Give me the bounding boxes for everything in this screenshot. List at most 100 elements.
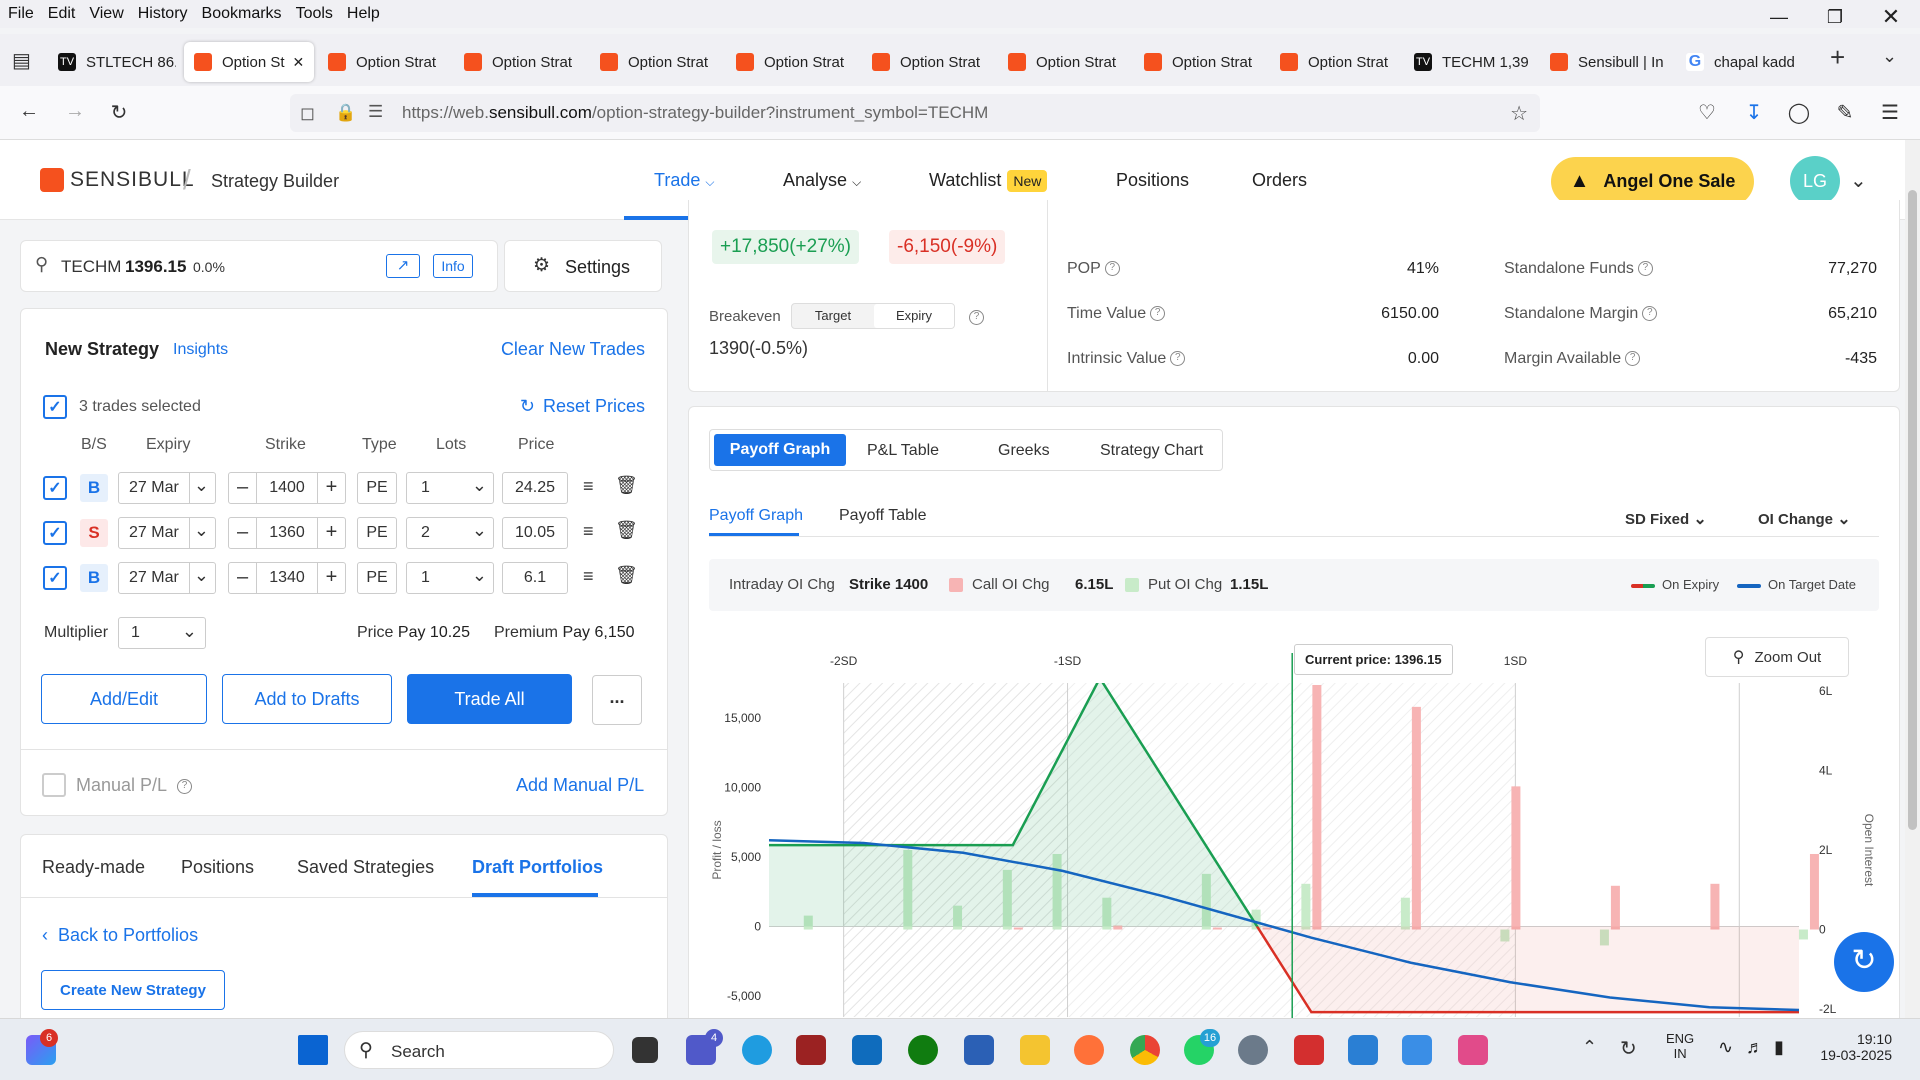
payoff-chart[interactable]: -2SD-1SD1SD2SD15,00010,0005,0000-5,0006L… <box>689 627 1899 1045</box>
account-icon[interactable]: ◯ <box>1786 100 1812 125</box>
add-manual-pl-button[interactable]: Add Manual P/L <box>516 775 644 796</box>
browser-tab[interactable]: Option Strat <box>318 42 448 82</box>
option-type[interactable]: PE <box>357 517 397 549</box>
edge-icon[interactable] <box>742 1035 772 1065</box>
clock[interactable]: 19:10 19-03-2025 <box>1812 1031 1892 1063</box>
url-bar[interactable]: ◻ 🔒 ☰ https://web.sensibull.com/option-s… <box>290 94 1540 132</box>
forward-arrow-icon[interactable]: → <box>62 100 88 123</box>
help-icon[interactable]: ? <box>1170 351 1186 367</box>
multiplier-select[interactable]: 1 ⌄ <box>118 617 206 649</box>
browser-tab[interactable]: TV TECHM 1,39 <box>1404 42 1534 82</box>
adjust-lines-icon[interactable]: ≡ <box>583 566 594 587</box>
tab-greeks[interactable]: Greeks <box>998 442 1050 460</box>
restore-icon[interactable]: ❐ <box>1812 0 1858 34</box>
avatar[interactable]: LG <box>1790 156 1840 206</box>
menu-help[interactable]: Help <box>347 5 380 23</box>
tab-saved-strategies[interactable]: Saved Strategies <box>297 857 434 878</box>
settings-button[interactable]: ⚙ Settings <box>504 240 662 292</box>
app-icon[interactable] <box>796 1035 826 1065</box>
windows-start-icon[interactable] <box>298 1035 328 1065</box>
browser-tab[interactable]: Option Strat <box>1270 42 1400 82</box>
more-options-button[interactable]: ... <box>592 675 642 725</box>
expiry-select[interactable]: 27 Mar ⌄ <box>118 562 216 594</box>
extensions-icon[interactable]: ✎ <box>1832 100 1858 125</box>
browser-tab[interactable]: TV STLTECH 86. <box>48 42 176 82</box>
buy-sell-toggle[interactable]: B <box>80 564 108 592</box>
close-window-icon[interactable]: ✕ <box>1868 0 1914 34</box>
reset-prices-button[interactable]: ↻ Reset Prices <box>520 396 645 417</box>
price-input[interactable]: 24.25 <box>502 472 568 504</box>
store-icon[interactable] <box>964 1035 994 1065</box>
minus-icon[interactable]: – <box>229 473 257 503</box>
expiry-select[interactable]: 27 Mar ⌄ <box>118 472 216 504</box>
reload-icon[interactable]: ↻ <box>106 100 132 125</box>
browser-tab[interactable]: Option Strat <box>1134 42 1264 82</box>
plus-icon[interactable]: + <box>317 518 345 548</box>
browser-tab[interactable]: Option Strat <box>998 42 1128 82</box>
menu-edit[interactable]: Edit <box>48 5 76 23</box>
nav-positions[interactable]: Positions <box>1116 170 1189 191</box>
angel-one-sale-button[interactable]: ▲ Angel One Sale <box>1551 157 1754 206</box>
pocket-icon[interactable]: ♡ <box>1694 100 1720 125</box>
back-arrow-icon[interactable]: ← <box>16 100 42 123</box>
taskbar-search[interactable]: ⚲ Search <box>344 1031 614 1069</box>
help-icon[interactable]: ? <box>969 310 984 325</box>
menu-tools[interactable]: Tools <box>296 5 333 23</box>
wifi-icon[interactable]: ∿ <box>1718 1037 1733 1058</box>
page-scrollbar[interactable] <box>1905 140 1920 1018</box>
option-type[interactable]: PE <box>357 562 397 594</box>
price-input[interactable]: 10.05 <box>502 517 568 549</box>
browser-tab[interactable]: Gchapal kadd <box>1676 42 1806 82</box>
browser-tab[interactable]: Option St ✕ <box>184 42 314 82</box>
manual-pl-checkbox[interactable] <box>42 773 66 797</box>
sd-fixed-select[interactable]: SD Fixed ⌄ <box>1625 509 1707 529</box>
zoom-out-button[interactable]: ⚲ Zoom Out <box>1705 637 1849 677</box>
shield-icon[interactable]: ◻ <box>300 103 315 124</box>
lots-select[interactable]: 1 ⌄ <box>406 472 494 504</box>
expiry-select[interactable]: 27 Mar ⌄ <box>118 517 216 549</box>
chart-icon[interactable]: ↗ <box>386 254 420 278</box>
url-text[interactable]: https://web.sensibull.com/option-strateg… <box>402 103 988 123</box>
nav-watchlist[interactable]: Watchlist New <box>929 170 1048 192</box>
trade-checkbox[interactable]: ✓ <box>43 476 67 500</box>
nav-orders[interactable]: Orders <box>1252 170 1307 191</box>
trash-icon[interactable]: 🗑 <box>615 520 638 541</box>
scrollbar-thumb[interactable] <box>1908 190 1917 830</box>
strike-stepper[interactable]: –1340 + <box>228 562 346 594</box>
downloads-icon[interactable]: ↧ <box>1741 100 1767 125</box>
settings-gear-icon[interactable] <box>1238 1035 1268 1065</box>
lots-select[interactable]: 1 ⌄ <box>406 562 494 594</box>
strike-stepper[interactable]: –1360 + <box>228 517 346 549</box>
adjust-lines-icon[interactable]: ≡ <box>583 476 594 497</box>
browser-tab[interactable]: Sensibull | In <box>1540 42 1670 82</box>
buy-sell-toggle[interactable]: S <box>80 519 108 547</box>
oi-change-select[interactable]: OI Change ⌄ <box>1758 509 1851 529</box>
tab-positions[interactable]: Positions <box>181 857 254 878</box>
browser-tab[interactable]: Option Strat <box>454 42 584 82</box>
battery-icon[interactable]: ▮ <box>1774 1037 1784 1058</box>
menu-view[interactable]: View <box>89 5 123 23</box>
create-new-strategy-button[interactable]: Create New Strategy <box>41 970 225 1010</box>
strike-stepper[interactable]: –1400 + <box>228 472 346 504</box>
acrobat-icon[interactable] <box>1294 1035 1324 1065</box>
add-edit-button[interactable]: Add/Edit <box>41 674 207 724</box>
help-icon[interactable]: ? <box>1637 261 1653 277</box>
menu-bookmarks[interactable]: Bookmarks <box>202 5 282 23</box>
subtab-payoff-table[interactable]: Payoff Table <box>839 507 926 525</box>
back-to-portfolios-link[interactable]: ‹ Back to Portfolios <box>42 925 198 946</box>
photos-icon[interactable] <box>1402 1035 1432 1065</box>
tab-draft-portfolios[interactable]: Draft Portfolios <box>472 857 603 878</box>
permissions-icon[interactable]: ☰ <box>368 102 383 122</box>
option-type[interactable]: PE <box>357 472 397 504</box>
plus-icon[interactable]: + <box>317 473 345 503</box>
instrument-search[interactable]: ⚲ TECHM 1396.15 0.0% ↗ Info <box>20 240 498 292</box>
tab-overview-icon[interactable]: ▤ <box>12 48 31 73</box>
sensibull-logo[interactable]: SENSIBULL <box>40 168 195 192</box>
toggle-expiry[interactable]: Expiry <box>874 304 954 328</box>
tab-pl-table[interactable]: P&L Table <box>867 442 939 460</box>
lock-icon[interactable]: 🔒 <box>335 103 356 123</box>
bookmark-star-icon[interactable]: ☆ <box>1510 101 1528 126</box>
select-all-checkbox[interactable]: ✓ <box>43 395 67 419</box>
help-icon[interactable]: ? <box>1150 306 1166 322</box>
new-tab-icon[interactable]: + <box>1830 42 1845 73</box>
